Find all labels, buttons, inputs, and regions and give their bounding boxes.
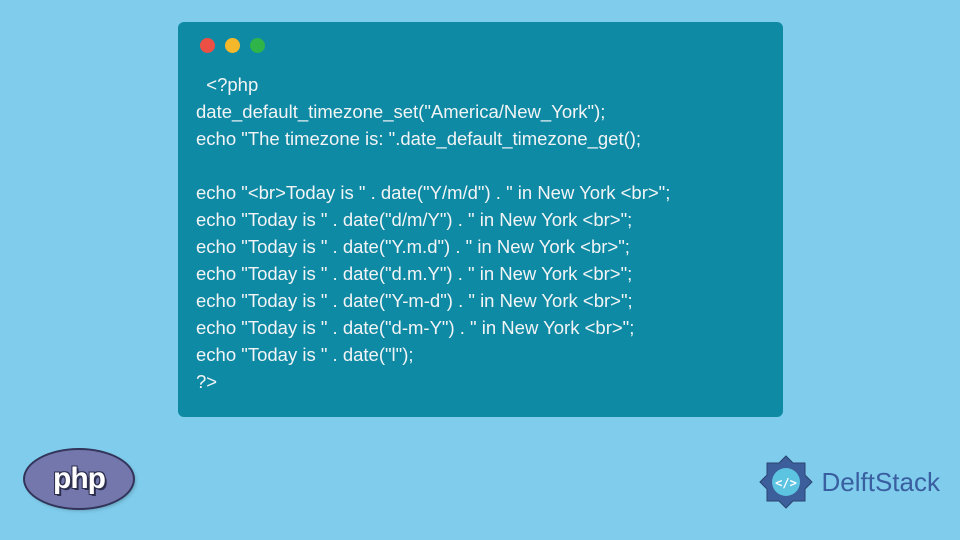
brand-text: DelftStack	[822, 467, 941, 498]
maximize-icon	[250, 38, 265, 53]
brand-icon: </>	[756, 452, 816, 512]
php-logo: php	[25, 450, 133, 508]
brand-container: </> DelftStack	[756, 452, 941, 512]
svg-text:</>: </>	[775, 476, 797, 490]
minimize-icon	[225, 38, 240, 53]
php-logo-text: php	[53, 462, 105, 496]
window-controls	[200, 38, 765, 53]
code-window: <?php date_default_timezone_set("America…	[178, 22, 783, 417]
code-block: <?php date_default_timezone_set("America…	[196, 71, 765, 395]
close-icon	[200, 38, 215, 53]
